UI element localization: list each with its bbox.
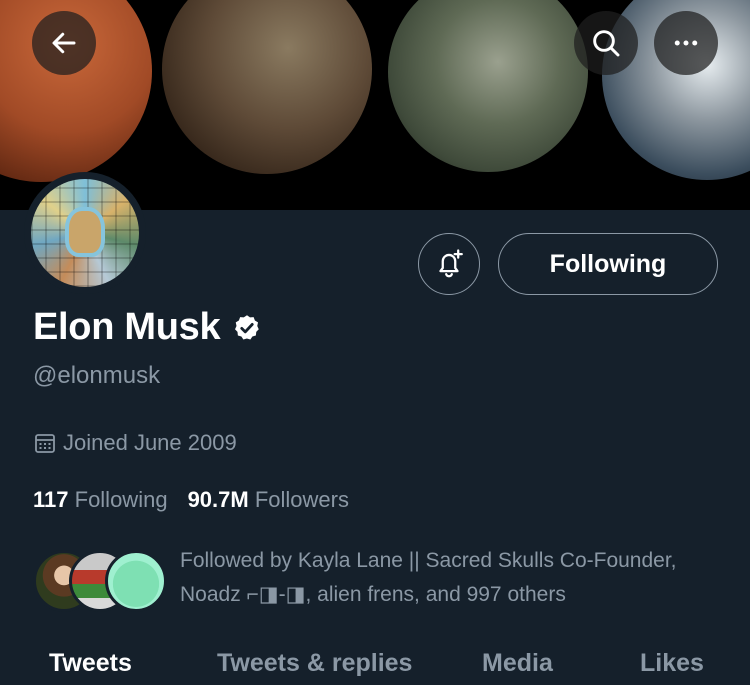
planet-image-3: [388, 0, 588, 172]
calendar-icon: [35, 434, 55, 453]
following-stat[interactable]: 117 Following: [33, 487, 168, 513]
arrow-left-icon: [52, 32, 76, 54]
profile-avatar-container[interactable]: [24, 172, 146, 294]
following-button[interactable]: Following: [498, 233, 718, 295]
joined-date-row: Joined June 2009: [33, 430, 237, 456]
planet-image-2: [162, 0, 372, 174]
search-button[interactable]: [574, 11, 638, 75]
following-stat-label: Following: [74, 487, 168, 512]
profile-handle: @elonmusk: [33, 362, 161, 389]
follower-avatar-3: [105, 550, 167, 612]
verified-badge-icon: [235, 314, 260, 339]
bell-plus-icon: [439, 249, 463, 278]
follow-stats: 117 Following 90.7M Followers: [33, 487, 349, 513]
avatar-ape-figure: [69, 211, 101, 253]
profile-name-row: Elon Musk: [33, 306, 262, 349]
followers-stat[interactable]: 90.7M Followers: [188, 487, 349, 513]
notification-bell-button[interactable]: [418, 233, 480, 295]
tab-tweets-and-replies[interactable]: Tweets & replies: [217, 649, 412, 678]
following-count: 117: [33, 487, 69, 512]
profile-tabs: Tweets Tweets & replies Media Likes: [0, 645, 750, 685]
profile-avatar: [31, 179, 139, 287]
tab-tweets[interactable]: Tweets: [49, 649, 132, 678]
joined-date: Joined June 2009: [63, 430, 237, 455]
search-icon: [593, 30, 620, 57]
tab-media[interactable]: Media: [482, 649, 553, 678]
followers-stat-label: Followers: [254, 487, 349, 512]
tab-likes[interactable]: Likes: [640, 649, 704, 678]
followed-by-avatars[interactable]: [33, 550, 173, 612]
profile-name: Elon Musk: [33, 306, 221, 348]
followers-count: 90.7M: [187, 487, 249, 512]
back-button[interactable]: [32, 11, 96, 75]
more-options-button[interactable]: [654, 11, 718, 75]
more-horizontal-icon: [674, 40, 698, 46]
followed-by-text[interactable]: Followed by Kayla Lane || Sacred Skulls …: [180, 544, 720, 612]
